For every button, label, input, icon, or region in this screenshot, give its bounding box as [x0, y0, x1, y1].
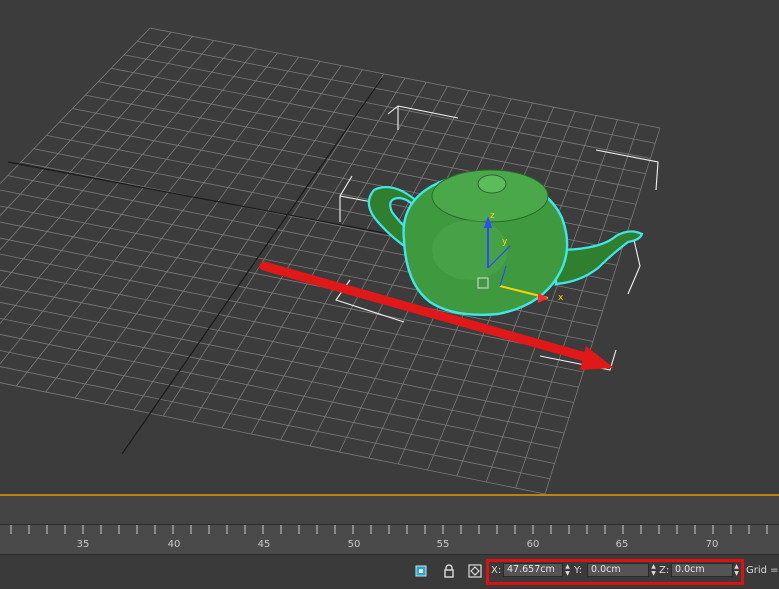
x-coord-field[interactable]: 47.657cm [503, 563, 563, 577]
grid-line [0, 317, 565, 434]
timeline-label-50: 50 [347, 539, 361, 550]
timeline-label-40: 40 [167, 539, 181, 550]
timeline-ticks [10, 525, 768, 534]
grid-line [544, 127, 661, 494]
absolute-mode-icon[interactable] [466, 562, 484, 580]
timeline-label-45: 45 [257, 539, 271, 550]
y-coord-spinner[interactable]: ▲ ▼ [650, 563, 657, 577]
world-axis-y [121, 77, 383, 455]
grid-line [0, 44, 236, 325]
gizmo-y-label: y [502, 237, 508, 247]
timeline-ruler[interactable]: 35 40 45 50 55 60 65 70 [0, 524, 779, 555]
grid-line [0, 36, 193, 251]
perspective-viewport[interactable]: x y z [0, 0, 779, 494]
timeline-label-35: 35 [76, 539, 90, 550]
x-coord-spinner[interactable]: ▲ ▼ [564, 563, 571, 577]
grid-line [221, 81, 427, 429]
lock-icon[interactable] [440, 562, 458, 580]
viewport-gap [0, 496, 779, 524]
z-coord-spinner[interactable]: ▲ ▼ [733, 563, 740, 577]
x-coord-label: X: [491, 565, 502, 576]
z-coord-field[interactable]: 0.0cm [671, 563, 733, 577]
y-coord-label: Y: [574, 565, 583, 576]
timeline-label-70: 70 [705, 539, 719, 550]
timeline-label-55: 55 [436, 539, 450, 550]
grid-line [0, 350, 555, 464]
grid-line [0, 40, 215, 287]
z-coord-label: Z: [659, 565, 670, 576]
timeline-label-65: 65 [615, 539, 629, 550]
grid-line [515, 123, 640, 489]
gizmo-x-label: x [558, 293, 564, 303]
selection-lock-icon[interactable] [412, 562, 430, 580]
grid-size-label: Grid = [746, 565, 779, 576]
timeline-label-60: 60 [526, 539, 540, 550]
status-bar: X: 47.657cm ▲ ▼ Y: 0.0cm ▲ ▼ Z: 0.0cm ▲ ▼ G… [0, 554, 779, 589]
gizmo-z-label: z [490, 211, 495, 221]
y-coord-field[interactable]: 0.0cm [587, 563, 649, 577]
